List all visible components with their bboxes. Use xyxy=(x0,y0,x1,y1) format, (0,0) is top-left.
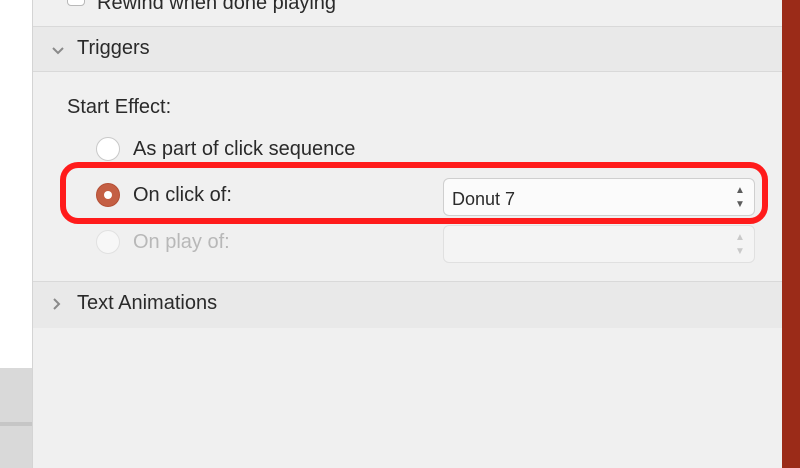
rewind-row: Rewind when done playing xyxy=(33,0,783,26)
start-effect-label: Start Effect: xyxy=(67,96,172,118)
radio-click-sequence[interactable] xyxy=(96,137,120,161)
text-animations-section-header[interactable]: Text Animations xyxy=(33,282,783,328)
on-play-of-select[interactable]: ▲ ▼ xyxy=(443,225,755,263)
on-play-of-label: On play of: xyxy=(133,231,230,253)
radio-on-play-of[interactable] xyxy=(96,230,120,254)
rewind-label: Rewind when done playing xyxy=(97,0,337,14)
triggers-section-header[interactable]: Triggers xyxy=(33,27,783,71)
chevron-down-icon xyxy=(51,39,65,60)
text-animations-title: Text Animations xyxy=(77,292,218,314)
chevron-right-icon xyxy=(51,295,61,316)
left-toolbar-area xyxy=(0,368,32,468)
triggers-title: Triggers xyxy=(77,37,150,59)
divider xyxy=(33,71,783,72)
slide-canvas-edge xyxy=(0,0,32,468)
annotation-highlight xyxy=(60,162,768,224)
click-sequence-label: As part of click sequence xyxy=(133,138,356,160)
updown-stepper-icon: ▲ ▼ xyxy=(735,232,745,257)
animation-pane: Rewind when done playing Triggers Start … xyxy=(32,0,783,468)
rewind-checkbox[interactable] xyxy=(67,0,85,6)
left-toolbar-divider xyxy=(0,422,32,426)
pane-empty-area xyxy=(33,328,783,468)
app-window-edge xyxy=(782,0,800,468)
